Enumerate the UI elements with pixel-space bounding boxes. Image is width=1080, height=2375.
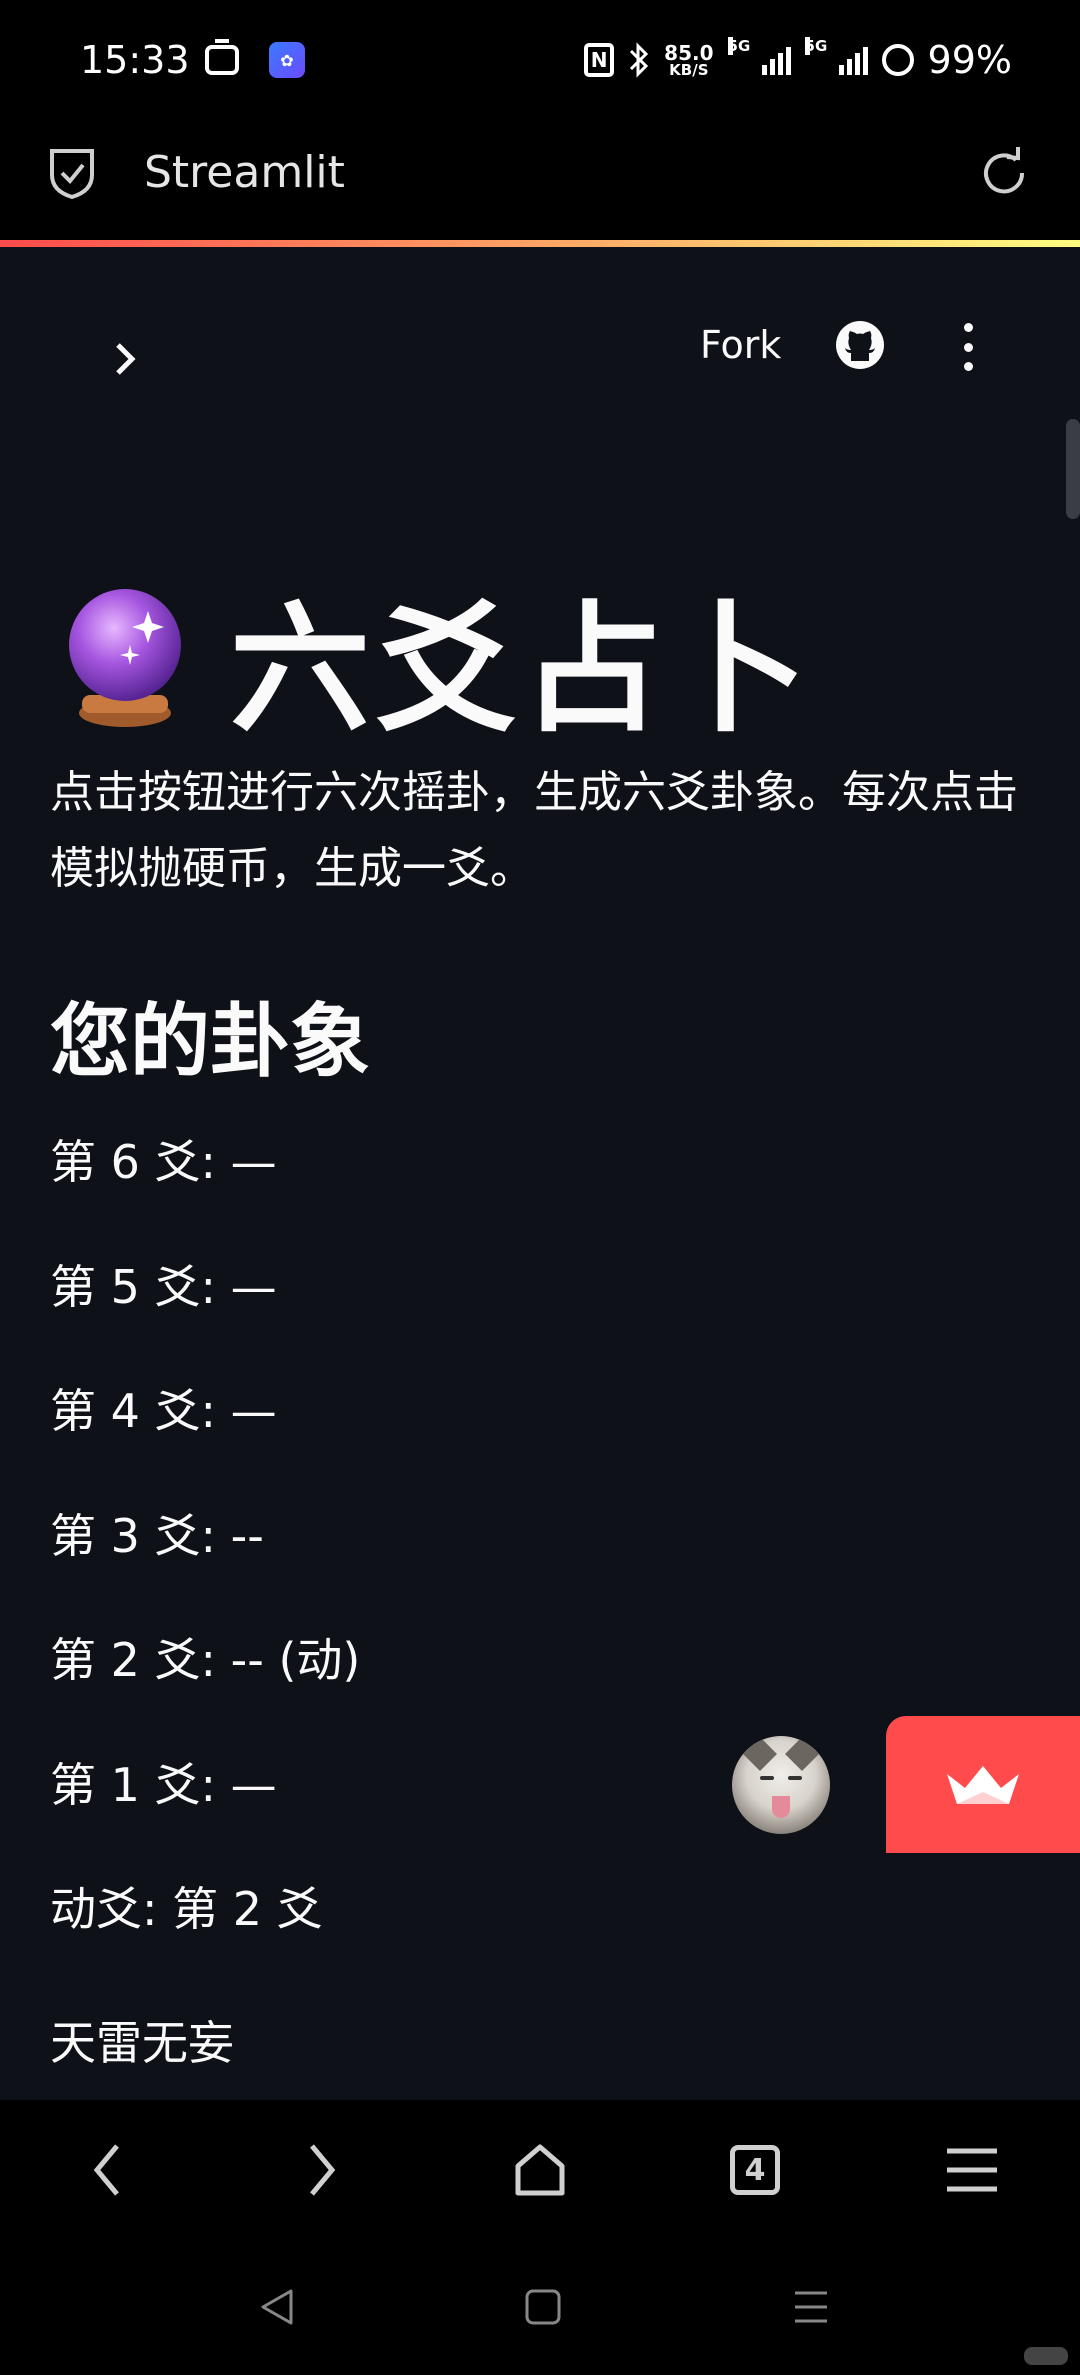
- chevron-right-icon: [310, 2144, 336, 2196]
- crystal-ball-icon: [69, 589, 181, 727]
- title-row: 六爻占卜: [60, 557, 814, 759]
- signal-icon-2: 5G: [804, 37, 868, 75]
- yao-line-5: 第 5 爻: —: [50, 1259, 277, 1314]
- home-button[interactable]: [508, 2138, 572, 2202]
- watermark: [1024, 2347, 1068, 2365]
- floating-avatar[interactable]: [732, 1736, 830, 1834]
- browser-toolbar: 4: [0, 2100, 1080, 2240]
- system-nav-bar: [0, 2240, 1080, 2375]
- speed-unit: KB/S: [669, 60, 709, 79]
- recents-icon: [795, 2291, 827, 2323]
- github-icon[interactable]: [832, 317, 888, 373]
- chevron-left-icon: [93, 2144, 119, 2196]
- square-home-icon: [525, 2289, 561, 2325]
- tabs-button[interactable]: 4: [723, 2138, 787, 2202]
- fork-button[interactable]: Fork: [700, 323, 781, 367]
- yao-line-4: 第 4 爻: —: [50, 1384, 277, 1438]
- system-back-button[interactable]: [250, 2280, 304, 2334]
- shield-icon[interactable]: [46, 145, 98, 201]
- section-heading: 您的卦象: [50, 995, 370, 1088]
- system-home-button[interactable]: [516, 2280, 570, 2334]
- crown-icon: [947, 1765, 1019, 1804]
- back-button[interactable]: [75, 2138, 139, 2202]
- app-notification-icon: ✿: [269, 42, 305, 78]
- system-recents-button[interactable]: [784, 2280, 838, 2334]
- menu-button[interactable]: [940, 2138, 1004, 2202]
- status-bar: 15:33 ✿ N 85.0 KB/S 5G 5G 99%: [0, 0, 1080, 125]
- nfc-icon: N: [584, 43, 615, 77]
- signal-icon: 5G: [727, 37, 791, 75]
- status-app-icons: ✿: [205, 42, 305, 78]
- network-type: 5G: [727, 37, 751, 55]
- network-speed: 85.0 KB/S: [664, 43, 713, 78]
- status-indicators: N 85.0 KB/S 5G 5G 99%: [584, 37, 1012, 82]
- hamburger-menu-icon: [947, 2148, 997, 2192]
- hexagram-name: 天雷无妄: [50, 2016, 234, 2070]
- triangle-back-icon: [261, 2289, 293, 2325]
- yao-line-1: 第 1 爻: —: [50, 1757, 277, 1812]
- intro-text: 点击按钮进行六次摇卦，生成六爻卦象。每次点击模拟抛硬币，生成一爻。: [50, 767, 1018, 894]
- streamlit-badge-button[interactable]: [886, 1716, 1080, 1853]
- scrollbar[interactable]: [1066, 419, 1080, 519]
- header-title: Streamlit: [144, 147, 345, 198]
- battery-percent: 99%: [927, 38, 1012, 82]
- home-icon: [515, 2144, 565, 2196]
- page-title: 六爻占卜: [230, 589, 815, 752]
- tv-icon: [205, 45, 239, 75]
- yao-line-3: 第 3 爻: --: [50, 1508, 264, 1563]
- chevron-right-icon[interactable]: [106, 339, 146, 379]
- reload-icon[interactable]: [976, 145, 1032, 201]
- app-header: Streamlit: [0, 125, 1080, 240]
- more-options-icon[interactable]: [958, 323, 978, 371]
- tab-count: 4: [730, 2145, 780, 2195]
- moving-yao: 动爻: 第 2 爻: [50, 1882, 323, 1936]
- network-type-2: 5G: [804, 37, 828, 55]
- speed-value: 85.0: [664, 40, 714, 65]
- header-gradient-bar: [0, 240, 1080, 247]
- bluetooth-icon: [630, 42, 649, 78]
- forward-button[interactable]: [290, 2138, 354, 2202]
- status-time: 15:33: [80, 38, 190, 82]
- yao-list: 第 6 爻: — 第 5 爻: — 第 4 爻: — 第 3 爻: -- 第 2…: [50, 1132, 1030, 2004]
- yao-line-2: 第 2 爻: -- (动): [50, 1633, 361, 1687]
- battery-icon: [881, 44, 914, 76]
- yao-line-6: 第 6 爻: —: [50, 1135, 277, 1189]
